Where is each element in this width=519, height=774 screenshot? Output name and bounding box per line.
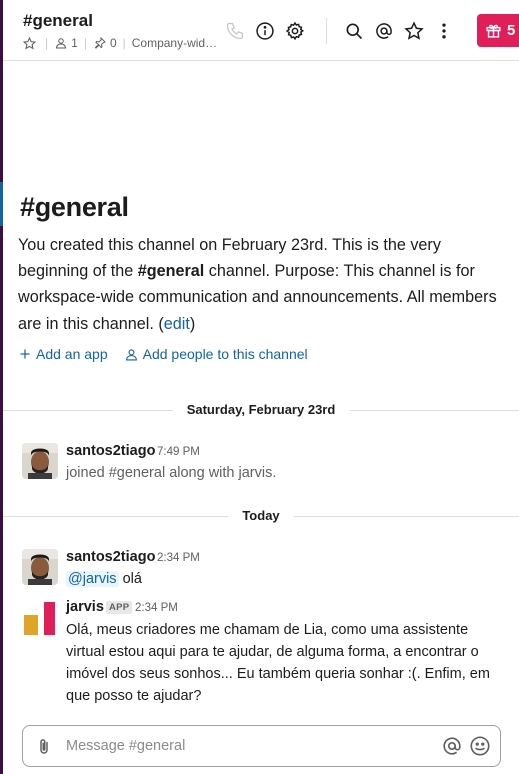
star-icon[interactable] <box>22 36 36 50</box>
avatar[interactable] <box>22 549 58 585</box>
phone-icon[interactable] <box>220 16 250 46</box>
channel-title[interactable]: #general <box>23 11 93 31</box>
channel-topic[interactable]: Company-wid… <box>132 36 217 50</box>
header-actions-left <box>220 16 310 46</box>
add-app-label: Add an app <box>36 346 108 362</box>
paperclip-icon[interactable] <box>35 737 53 762</box>
avatar[interactable] <box>22 443 58 479</box>
sidebar-edge-highlight <box>0 182 3 226</box>
app-badge: APP <box>106 601 133 614</box>
message-text: Olá, meus criadores me chamam de Lia, co… <box>66 622 490 704</box>
emoji-icon[interactable] <box>469 735 491 762</box>
pinned-count[interactable]: 0 <box>110 36 117 50</box>
header-divider <box>326 18 327 44</box>
gear-icon[interactable] <box>280 16 310 46</box>
intro-text-end: ) <box>189 314 196 333</box>
message-timestamp[interactable]: 2:34 PM <box>135 602 178 614</box>
more-vertical-icon[interactable] <box>429 16 459 46</box>
gift-count: 5 <box>507 22 516 39</box>
message-author[interactable]: santos2tiago <box>66 549 155 565</box>
message-timestamp[interactable]: 2:34 PM <box>157 552 200 564</box>
add-people-label: Add people to this channel <box>142 346 308 362</box>
message-text: joined #general along with jarvis. <box>66 465 277 481</box>
date-divider: Today <box>3 506 519 526</box>
add-people-button[interactable]: Add people to this channel <box>125 346 308 362</box>
intro-description: You created this channel on February 23r… <box>18 232 508 337</box>
message-timestamp[interactable]: 7:49 PM <box>157 446 200 458</box>
app-avatar[interactable] <box>22 600 58 636</box>
message-composer[interactable]: Message #general <box>22 725 501 767</box>
plus-icon <box>20 349 30 359</box>
intro-channel-name: #general <box>137 262 205 281</box>
date-divider-label[interactable]: Today <box>228 506 294 525</box>
sidebar-edge <box>0 0 3 774</box>
intro-title: #general <box>20 192 129 223</box>
message-author[interactable]: jarvis <box>66 599 104 615</box>
pin-icon <box>93 36 107 50</box>
intro-title-hash: # <box>20 192 35 222</box>
person-icon <box>54 36 68 50</box>
search-icon[interactable] <box>339 16 369 46</box>
message-text: @jarvis olá <box>66 568 142 590</box>
intro-actions: Add an app Add people to this channel <box>19 346 308 362</box>
date-divider: Saturday, February 23rd <box>3 400 519 420</box>
member-count[interactable]: 1 <box>71 36 78 50</box>
user-mention[interactable]: @jarvis <box>66 571 119 587</box>
message-input[interactable]: Message #general <box>66 738 185 754</box>
channel-meta: | 1 | 0 | Company-wid… <box>22 36 217 50</box>
person-icon <box>125 348 137 360</box>
date-divider-label[interactable]: Saturday, February 23rd <box>172 400 350 419</box>
gift-button[interactable]: 5 <box>477 14 519 47</box>
at-icon[interactable] <box>441 735 463 762</box>
message-author[interactable]: santos2tiago <box>66 443 155 459</box>
edit-purpose-link[interactable]: edit <box>164 315 190 333</box>
gift-icon <box>486 24 501 38</box>
info-icon[interactable] <box>250 16 280 46</box>
channel-header: #general | 1 | 0 | Company-wid… 5 <box>3 0 519 61</box>
header-actions-right <box>339 16 459 46</box>
at-icon[interactable] <box>369 16 399 46</box>
message-body: olá <box>118 571 142 587</box>
intro-title-text: general <box>34 192 129 222</box>
star-icon[interactable] <box>399 16 429 46</box>
add-app-button[interactable]: Add an app <box>19 346 108 362</box>
